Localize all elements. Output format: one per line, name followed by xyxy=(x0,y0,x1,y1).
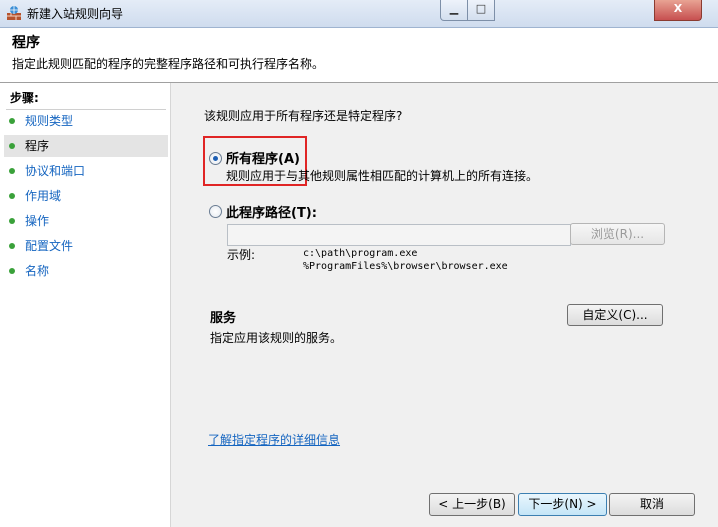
next-button[interactable]: 下一步(N) > xyxy=(518,493,607,516)
step-label: 操作 xyxy=(25,214,50,228)
example-label: 示例: xyxy=(227,248,256,262)
step-program[interactable]: 程序 xyxy=(4,135,168,157)
close-button[interactable]: X xyxy=(654,0,702,21)
step-bullet-icon xyxy=(9,218,15,224)
step-label: 名称 xyxy=(25,264,50,278)
all-programs-label[interactable]: 所有程序(A) xyxy=(226,148,300,167)
all-programs-description: 规则应用于与其他规则属性相匹配的计算机上的所有连接。 xyxy=(226,169,539,183)
step-bullet-icon xyxy=(9,243,15,249)
all-programs-radio[interactable] xyxy=(209,152,222,165)
customize-button[interactable]: 自定义(C)... xyxy=(567,304,663,326)
step-bullet-icon xyxy=(9,168,15,174)
services-description: 指定应用该规则的服务。 xyxy=(210,331,343,345)
page-description: 指定此规则匹配的程序的完整程序路径和可执行程序名称。 xyxy=(12,57,325,71)
step-label: 规则类型 xyxy=(25,114,74,128)
browse-button[interactable]: 浏览(R)... xyxy=(570,223,665,245)
firewall-icon xyxy=(7,6,21,20)
scope-question: 该规则应用于所有程序还是特定程序? xyxy=(204,109,403,123)
step-bullet-icon xyxy=(9,143,15,149)
program-path-input[interactable] xyxy=(227,224,571,246)
maximize-icon: □ xyxy=(475,2,487,15)
step-action[interactable]: 操作 xyxy=(4,210,168,232)
page-header: 程序 指定此规则匹配的程序的完整程序路径和可执行程序名称。 xyxy=(0,28,718,83)
cancel-button[interactable]: 取消 xyxy=(609,493,695,516)
step-name[interactable]: 名称 xyxy=(4,260,168,282)
step-bullet-icon xyxy=(9,193,15,199)
maximize-button[interactable]: □ xyxy=(467,0,495,21)
page-title: 程序 xyxy=(12,35,40,51)
example-path: %ProgramFiles%\browser\browser.exe xyxy=(303,261,508,272)
steps-heading: 步骤: xyxy=(10,91,39,105)
step-label: 配置文件 xyxy=(25,239,74,253)
step-bullet-icon xyxy=(9,268,15,274)
step-label: 作用域 xyxy=(25,189,62,203)
step-scope[interactable]: 作用域 xyxy=(4,185,168,207)
step-label: 程序 xyxy=(25,139,50,153)
learn-more-link[interactable]: 了解指定程序的详细信息 xyxy=(208,431,340,448)
minimize-icon: ▁ xyxy=(449,2,459,15)
close-icon: X xyxy=(673,2,683,15)
step-profile[interactable]: 配置文件 xyxy=(4,235,168,257)
this-program-path-radio[interactable] xyxy=(209,205,222,218)
step-bullet-icon xyxy=(9,118,15,124)
services-title: 服务 xyxy=(210,311,237,326)
step-protocol-port[interactable]: 协议和端口 xyxy=(4,160,168,182)
main-panel: 该规则应用于所有程序还是特定程序? 所有程序(A) 规则应用于与其他规则属性相匹… xyxy=(171,83,718,527)
step-rule-type[interactable]: 规则类型 xyxy=(4,110,168,132)
this-program-path-label[interactable]: 此程序路径(T): xyxy=(226,202,317,221)
minimize-button[interactable]: ▁ xyxy=(440,0,468,21)
step-label: 协议和端口 xyxy=(25,164,86,178)
back-button[interactable]: < 上一步(B) xyxy=(429,493,515,516)
window-title: 新建入站规则向导 xyxy=(27,7,124,21)
title-bar: 新建入站规则向导 ▁ □ X xyxy=(0,0,718,28)
example-path: c:\path\program.exe xyxy=(303,248,418,259)
steps-panel: 步骤: 规则类型 程序 协议和端口 作用域 操作 配置文件 名称 xyxy=(0,83,171,527)
